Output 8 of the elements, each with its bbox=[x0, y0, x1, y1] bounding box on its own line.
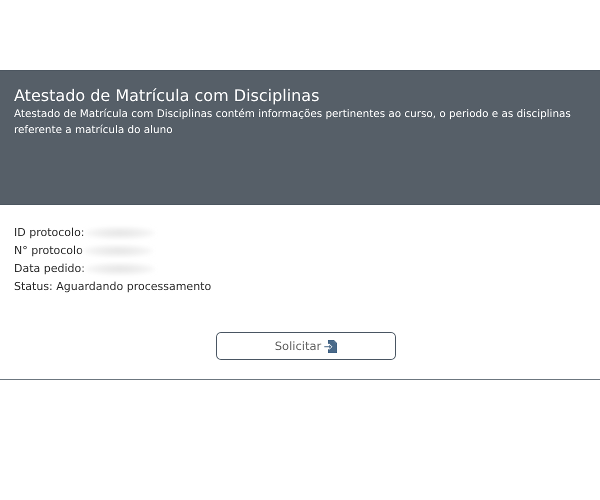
page-title: Atestado de Matrícula com Disciplinas bbox=[14, 86, 320, 106]
page-description: Atestado de Matrícula com Disciplinas contém informações pertinentes ao curso, o periodo e as disciplinas referente a matrícula do aluno bbox=[14, 107, 572, 138]
field-label: Data pedido: bbox=[14, 261, 85, 277]
field-label: ID protocolo: bbox=[14, 225, 85, 241]
field-label: Status: Aguardando processamento bbox=[14, 279, 212, 295]
field-label: N° protocolo bbox=[14, 243, 83, 259]
document-import-icon bbox=[324, 340, 338, 352]
request-button[interactable]: Solicitar bbox=[216, 332, 396, 360]
